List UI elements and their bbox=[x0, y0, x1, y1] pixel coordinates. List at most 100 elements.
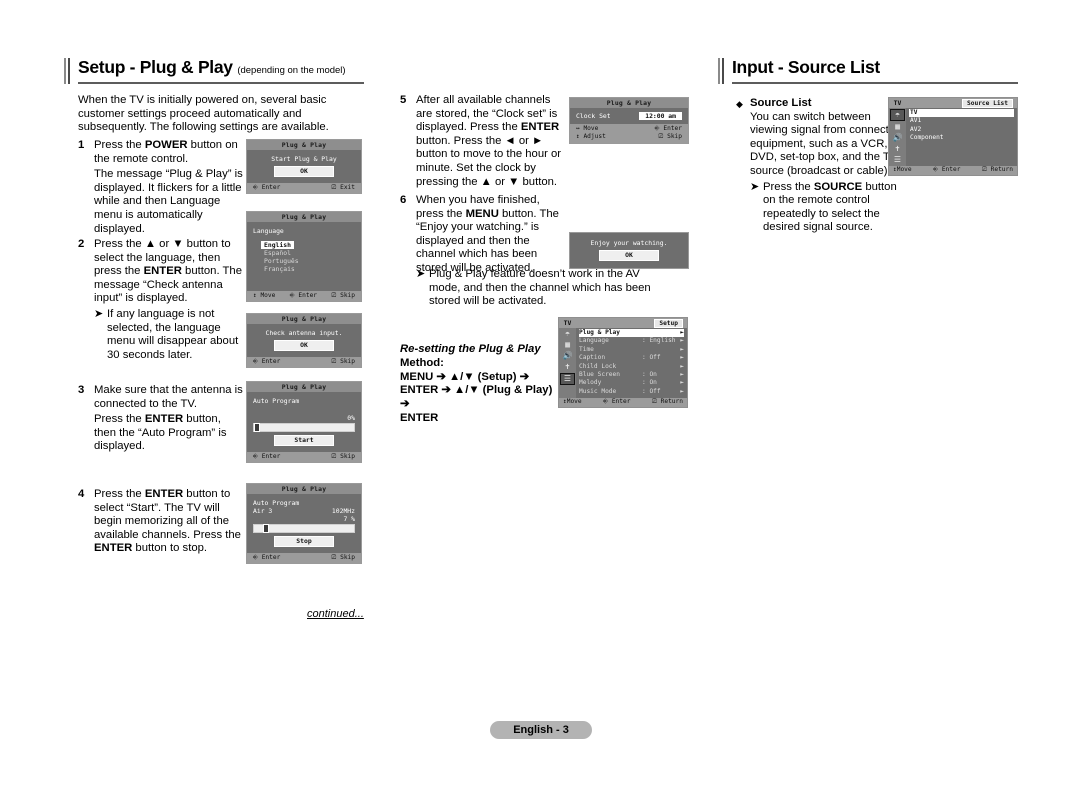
left-title-sub: (depending on the model) bbox=[237, 65, 346, 76]
setup-menu-item-child-lock[interactable]: Child Lock ► bbox=[579, 363, 684, 371]
osd-start-ok-button[interactable]: OK bbox=[274, 166, 334, 177]
arrow-bullet-icon: ➤ bbox=[750, 180, 760, 193]
source-list-bullet-block: ◆ Source List You can switch between vie… bbox=[736, 97, 901, 235]
osd-antenna-foot-skip: ⎚ Skip bbox=[331, 358, 355, 365]
setup-item-7-arrow: ► bbox=[680, 387, 684, 395]
osd-clock-row: Clock Set 12:00 am bbox=[576, 112, 682, 120]
right-page-title: Input - Source List bbox=[732, 57, 880, 77]
channel-icon[interactable]: ✝ bbox=[891, 144, 904, 154]
osd-language-option-portugues[interactable]: Português bbox=[261, 257, 355, 265]
setup-menu-item-plug-and-play[interactable]: Plug & Play ► bbox=[579, 329, 684, 338]
osd-antenna-ok-button[interactable]: OK bbox=[274, 340, 334, 351]
step-4-l1a: Press the bbox=[94, 488, 145, 500]
setup-menu-item-music-mode[interactable]: Music Mode : Off ► bbox=[579, 388, 684, 396]
osd-antenna-foot-enter: ⎆ Enter bbox=[253, 358, 281, 365]
continued-label: continued... bbox=[307, 608, 364, 620]
osd-start-body: Start Plug & Play OK bbox=[247, 150, 361, 183]
osd-language-option-francais[interactable]: Français bbox=[261, 265, 355, 273]
manual-page: Setup - Plug & Play (depending on the mo… bbox=[0, 0, 1080, 786]
step-2-text: Press the ▲ or ▼ button to select the la… bbox=[94, 238, 244, 362]
step-2: 2 Press the ▲ or ▼ button to select the … bbox=[78, 238, 244, 362]
picture-icon[interactable]: ☂ bbox=[890, 109, 905, 121]
setup-item-3-label: Caption bbox=[579, 354, 606, 362]
setup-icon[interactable]: ☰ bbox=[891, 155, 904, 165]
step-1: 1 Press the POWER button on the remote c… bbox=[78, 139, 244, 236]
setup-foot-return: ⎚ Return bbox=[651, 398, 683, 406]
diamond-bullet-icon: ◆ bbox=[736, 99, 743, 109]
setup-menu-item-language[interactable]: Language : English ► bbox=[579, 337, 684, 345]
osd-auto-program-running: Plug & Play Auto Program Air 3 102MHz 7 … bbox=[246, 483, 362, 564]
step-1-l1b: POWER bbox=[144, 139, 188, 151]
osd-start-plug-and-play: Plug & Play Start Plug & Play OK ⎆ Enter… bbox=[246, 139, 362, 194]
source-foot-return: ⎚ Return bbox=[981, 166, 1013, 173]
picture-icon[interactable]: ☂ bbox=[561, 329, 574, 339]
setup-item-6-label: Melody bbox=[579, 379, 602, 387]
osd-enjoy-ok-button[interactable]: OK bbox=[599, 250, 659, 261]
osd-language-option-english[interactable]: English bbox=[261, 241, 355, 249]
osd-start-foot-exit: ⎚ Exit bbox=[331, 184, 355, 191]
osd-enjoy-body: Enjoy your watching. OK bbox=[570, 233, 688, 268]
step-4-l1d: ENTER bbox=[94, 542, 133, 555]
source-list-note-text: Press the SOURCE button on the remote co… bbox=[763, 181, 902, 235]
osd-clock-foot-move: ↔ Move bbox=[576, 125, 599, 132]
channel-icon[interactable]: ✝ bbox=[561, 362, 574, 372]
source-menu-tv-label: TV bbox=[893, 99, 902, 107]
step-2-note: ➤ If any language is not selected, the l… bbox=[94, 308, 244, 362]
osd-ap2-stop-button[interactable]: Stop bbox=[274, 536, 334, 547]
osd-ap2-body: Auto Program Air 3 102MHz 7 % Stop bbox=[247, 494, 361, 553]
setup-icon[interactable]: ☰ bbox=[560, 373, 575, 385]
step-4-text: Press the ENTER button to select “Start”… bbox=[94, 488, 244, 556]
screen-icon[interactable]: ▦ bbox=[561, 340, 574, 350]
sound-icon[interactable]: 🔊 bbox=[891, 133, 904, 143]
source-list-heading: Source List bbox=[750, 97, 812, 109]
source-foot-enter: ⎆ Enter bbox=[933, 166, 961, 173]
middle-note: ➤ Plug & Play feature doesn’t work in th… bbox=[416, 268, 666, 309]
setup-menu-item-time[interactable]: Time ► bbox=[579, 346, 684, 354]
source-item-tv[interactable]: TV bbox=[909, 109, 1014, 118]
source-item-component[interactable]: Component bbox=[909, 134, 1014, 142]
osd-language-foot-enter: ⎆ Enter bbox=[289, 292, 318, 299]
setup-item-1-arrow: ► bbox=[680, 337, 684, 345]
osd-ap2-percent: 7 % bbox=[343, 515, 355, 523]
title-rule-bars bbox=[64, 58, 73, 85]
setup-foot-enter: ⎆ Enter bbox=[603, 398, 631, 406]
source-list-body: You can switch between viewing signal fr… bbox=[750, 110, 902, 177]
osd-enjoy-watching: Enjoy your watching. OK bbox=[569, 232, 689, 269]
osd-language-body: Language English Español Português Franç… bbox=[247, 222, 361, 291]
source-menu-caption: Source List bbox=[962, 98, 1013, 108]
osd-ap1-start-button[interactable]: Start bbox=[274, 435, 334, 446]
step-1-l2: The message “Plug & Play” is displayed. … bbox=[94, 168, 243, 235]
setup-menu-item-caption[interactable]: Caption : Off ► bbox=[579, 354, 684, 362]
osd-ap2-channel: Air 3 bbox=[253, 507, 273, 515]
setup-item-5-label: Blue Screen bbox=[579, 371, 620, 379]
step-6-b: MENU bbox=[465, 207, 499, 220]
source-menu-footer: ↕Move ⎆ Enter ⎚ Return bbox=[889, 166, 1017, 175]
step-6-number: 6 bbox=[400, 194, 407, 206]
source-foot-move: ↕Move bbox=[893, 166, 912, 173]
source-item-av1[interactable]: AV1 bbox=[909, 117, 1014, 125]
osd-clock-value[interactable]: 12:00 am bbox=[639, 112, 682, 120]
osd-ap2-progress-knob bbox=[263, 524, 269, 533]
step-3-number: 3 bbox=[78, 384, 85, 396]
setup-menu-item-blue-screen[interactable]: Blue Screen : On ► bbox=[579, 371, 684, 379]
osd-ap2-freq: 102MHz bbox=[331, 507, 355, 515]
osd-language-option-espanol[interactable]: Español bbox=[261, 249, 355, 257]
source-note-b: SOURCE bbox=[813, 180, 863, 193]
osd-ap1-percent: 0% bbox=[347, 414, 355, 422]
sound-icon[interactable]: 🔊 bbox=[561, 351, 574, 361]
step-1-l1a: Press the bbox=[94, 139, 145, 151]
setup-item-5-arrow: ► bbox=[680, 371, 684, 379]
step-5-b: ENTER bbox=[520, 121, 560, 134]
resetting-method-label: Method: bbox=[400, 356, 444, 369]
setup-menu-item-melody[interactable]: Melody : On ► bbox=[579, 379, 684, 387]
setup-menu-mid: ☂ ▦ 🔊 ✝ ☰ Plug & Play ► Language : Engli… bbox=[559, 328, 687, 399]
setup-menu-footer: ↕Move ⎆ Enter ⎚ Return bbox=[559, 398, 687, 408]
setup-foot-move: ↕Move bbox=[563, 398, 582, 406]
osd-clock-title: Plug & Play bbox=[570, 98, 688, 108]
setup-menu-caption: Setup bbox=[654, 318, 683, 328]
osd-ap2-footer: ⎆ Enter ⎚ Skip bbox=[247, 553, 361, 563]
source-item-av2[interactable]: AV2 bbox=[909, 126, 1014, 134]
screen-icon[interactable]: ▦ bbox=[891, 122, 904, 132]
step-2-note-text: If any language is not selected, the lan… bbox=[107, 307, 239, 361]
setup-item-4-value bbox=[642, 363, 676, 371]
